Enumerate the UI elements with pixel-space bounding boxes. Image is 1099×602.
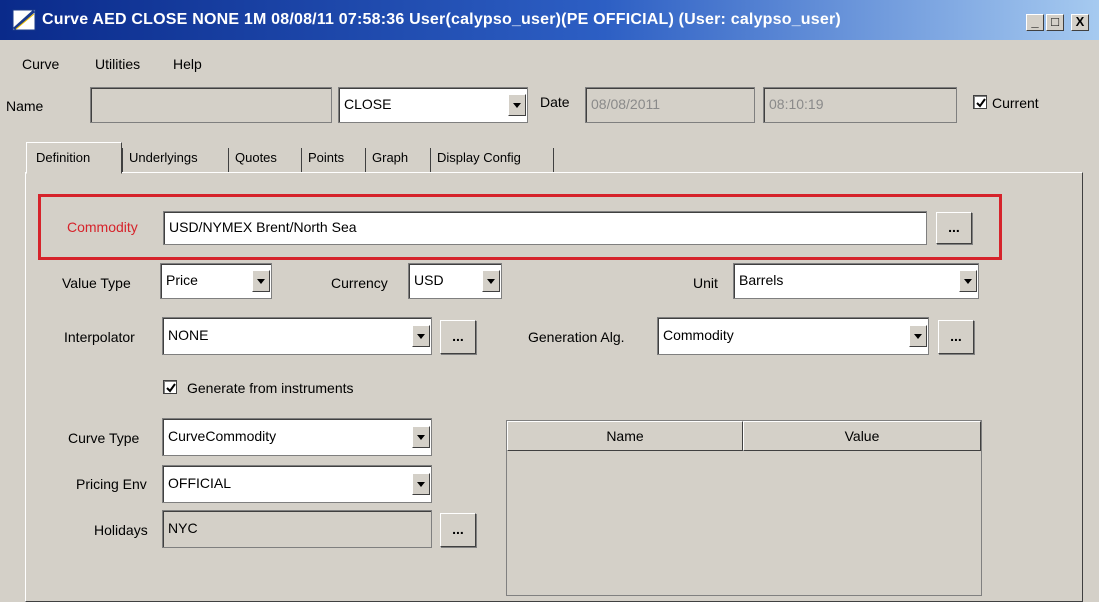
holidays-field[interactable]: NYC (162, 510, 432, 548)
currency-value: USD (414, 272, 444, 288)
date-field[interactable]: 08/08/2011 (585, 87, 755, 123)
value-type-combo[interactable]: Price (160, 263, 272, 299)
tab-definition[interactable]: Definition (32, 146, 94, 172)
minimize-button[interactable]: _ (1026, 14, 1044, 31)
menu-curve[interactable]: Curve (22, 56, 59, 72)
date-label: Date (540, 94, 570, 110)
pricing-env-value: OFFICIAL (168, 475, 232, 491)
tab-underlyings[interactable]: Underlyings (125, 146, 202, 172)
value-type-value: Price (166, 272, 198, 288)
generation-alg-combo[interactable]: Commodity (657, 317, 929, 355)
chevron-down-icon[interactable] (412, 473, 430, 495)
window-title: Curve AED CLOSE NONE 1M 08/08/11 07:58:3… (42, 11, 841, 28)
set-combo-value: CLOSE (344, 96, 392, 112)
holidays-label: Holidays (94, 522, 148, 538)
close-button[interactable]: X (1071, 14, 1089, 31)
curve-type-value: CurveCommodity (168, 428, 277, 444)
generation-alg-browse-button[interactable]: ... (938, 320, 974, 354)
title-bar[interactable]: Curve AED CLOSE NONE 1M 08/08/11 07:58:3… (0, 0, 1099, 40)
maximize-button[interactable]: □ (1046, 14, 1064, 31)
interpolator-browse-button[interactable]: ... (440, 320, 476, 354)
checkmark-icon (166, 383, 176, 393)
tab-divider (301, 148, 302, 172)
generate-checkbox[interactable] (163, 380, 177, 394)
currency-label: Currency (331, 275, 388, 291)
holidays-browse-button[interactable]: ... (440, 513, 476, 547)
current-checkbox[interactable] (973, 95, 987, 109)
curve-app-icon (12, 8, 38, 32)
generate-label: Generate from instruments (187, 380, 354, 396)
pricing-env-combo[interactable]: OFFICIAL (162, 465, 432, 503)
tab-points[interactable]: Points (304, 146, 348, 172)
table-header-value[interactable]: Value (743, 421, 981, 451)
unit-combo[interactable]: Barrels (733, 263, 979, 299)
menu-utilities[interactable]: Utilities (95, 56, 140, 72)
set-combo[interactable]: CLOSE (338, 87, 528, 123)
chevron-down-icon[interactable] (412, 426, 430, 448)
chevron-down-icon[interactable] (508, 94, 526, 116)
time-field[interactable]: 08:10:19 (763, 87, 957, 123)
interpolator-value: NONE (168, 327, 209, 343)
properties-table[interactable]: Name Value (506, 420, 982, 596)
tab-divider (228, 148, 229, 172)
chevron-down-icon[interactable] (252, 270, 270, 292)
checkmark-icon (976, 98, 986, 108)
tab-quotes[interactable]: Quotes (231, 146, 281, 172)
generation-alg-label: Generation Alg. (528, 329, 625, 345)
name-label: Name (6, 98, 44, 114)
chevron-down-icon[interactable] (482, 270, 500, 292)
current-label: Current (992, 95, 1039, 111)
pricing-env-label: Pricing Env (76, 476, 147, 492)
tab-graph[interactable]: Graph (368, 146, 412, 172)
unit-label: Unit (693, 275, 718, 291)
commodity-browse-button[interactable]: ... (936, 212, 972, 244)
chevron-down-icon[interactable] (909, 325, 927, 347)
unit-value: Barrels (739, 272, 784, 288)
interpolator-combo[interactable]: NONE (162, 317, 432, 355)
tab-divider (365, 148, 366, 172)
currency-combo[interactable]: USD (408, 263, 502, 299)
value-type-label: Value Type (62, 275, 131, 291)
interpolator-label: Interpolator (64, 329, 135, 345)
commodity-label: Commodity (67, 219, 138, 235)
generation-alg-value: Commodity (663, 327, 734, 343)
curve-type-label: Curve Type (68, 430, 140, 446)
tab-divider (430, 148, 431, 172)
curve-type-combo[interactable]: CurveCommodity (162, 418, 432, 456)
table-header-name[interactable]: Name (507, 421, 743, 451)
chevron-down-icon[interactable] (412, 325, 430, 347)
tab-divider (122, 148, 123, 172)
name-field[interactable] (90, 87, 332, 123)
menu-help[interactable]: Help (173, 56, 202, 72)
chevron-down-icon[interactable] (959, 270, 977, 292)
tab-divider (553, 148, 554, 172)
tab-display-config[interactable]: Display Config (433, 146, 525, 172)
commodity-field[interactable]: USD/NYMEX Brent/North Sea (163, 211, 927, 245)
